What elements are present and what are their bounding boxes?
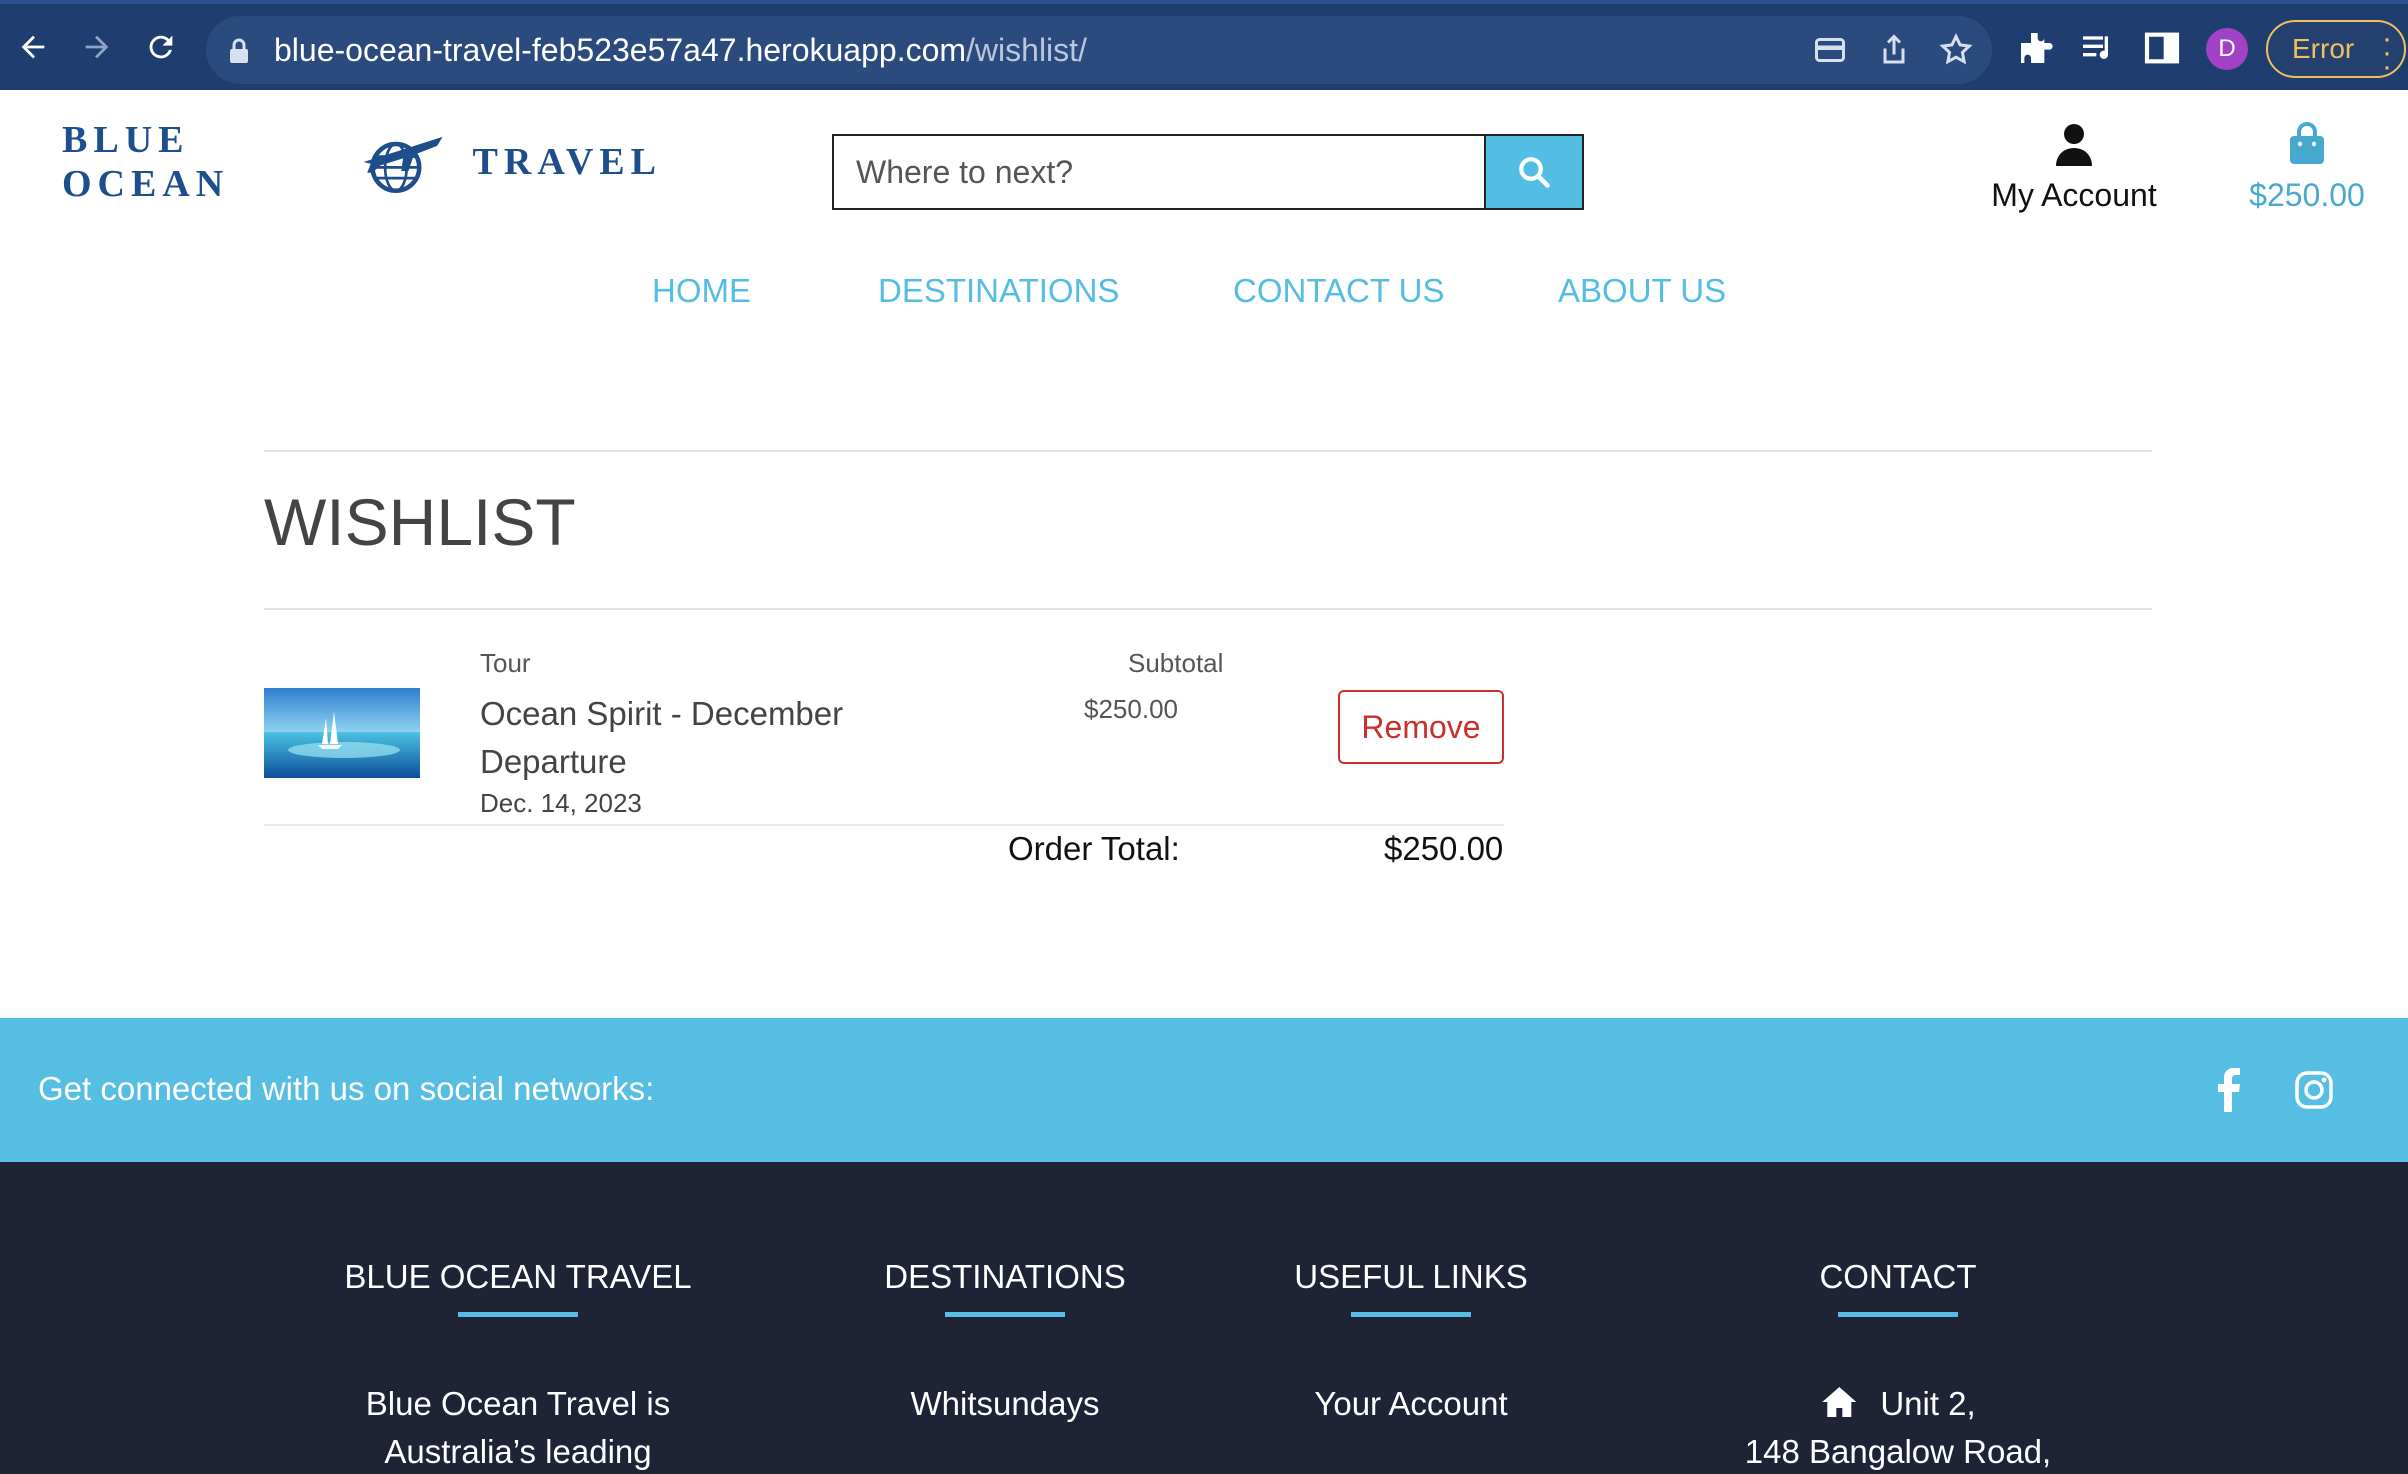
url-text[interactable]: blue-ocean-travel-feb523e57a47.herokuapp… — [274, 32, 1087, 69]
arrow-left-icon — [21, 35, 45, 59]
footer-address-line-2: 148 Bangalow Road, — [1744, 1433, 2052, 1470]
footer-link-your-account[interactable]: Your Account — [1314, 1380, 1507, 1428]
share-icon[interactable] — [1876, 32, 1912, 68]
nav-destinations[interactable]: DESTINATIONS — [878, 272, 1119, 310]
instagram-icon[interactable] — [2294, 1070, 2334, 1110]
footer-company-text-1: Blue Ocean Travel is — [365, 1385, 671, 1422]
search-icon — [1519, 157, 1550, 188]
address-bar[interactable]: blue-ocean-travel-feb523e57a47.herokuapp… — [206, 16, 1992, 84]
arrow-right-icon — [85, 35, 109, 59]
row-divider — [264, 824, 1504, 826]
my-account-link[interactable]: My Account — [1978, 122, 2170, 214]
card-icon[interactable] — [1812, 32, 1848, 68]
social-bar: Get connected with us on social networks… — [0, 1018, 2408, 1162]
page-title: WISHLIST — [264, 485, 576, 559]
column-header-subtotal: Subtotal — [1128, 648, 1224, 678]
error-button[interactable]: Error · · · — [2266, 20, 2406, 83]
main-navigation: HOME DESTINATIONS CONTACT US ABOUT US — [0, 272, 2408, 322]
shopping-bag-icon — [2290, 122, 2324, 164]
media-queue-icon[interactable] — [2078, 28, 2118, 68]
nav-about-us[interactable]: ABOUT US — [1558, 272, 1726, 310]
home-icon — [1822, 1387, 1857, 1417]
extensions-icon[interactable] — [2016, 28, 2056, 68]
shopping-bag-link[interactable]: $250.00 — [2236, 122, 2378, 214]
sailboat-image — [264, 688, 420, 778]
side-panel-icon[interactable] — [2142, 28, 2182, 68]
user-icon — [2056, 124, 2092, 166]
divider — [264, 608, 2152, 610]
order-total-label: Order Total: — [1008, 830, 1180, 867]
address-unit: Unit 2, — [1880, 1385, 1976, 1422]
tour-date: Dec. 14, 2023 — [480, 788, 642, 818]
order-total-value: $250.00 — [1384, 830, 1504, 867]
facebook-icon[interactable] — [2212, 1068, 2242, 1112]
url-path: /wishlist/ — [966, 32, 1087, 68]
footer-underline — [1351, 1312, 1471, 1317]
footer-underline — [945, 1312, 1065, 1317]
url-host: blue-ocean-travel-feb523e57a47.herokuapp… — [274, 32, 967, 68]
column-header-tour: Tour — [480, 648, 531, 678]
footer-company-text-2: Australia’s leading — [384, 1433, 652, 1470]
back-button[interactable] — [12, 26, 54, 68]
tour-thumbnail[interactable] — [264, 688, 420, 778]
footer-link-whitsundays[interactable]: Whitsundays — [911, 1380, 1100, 1428]
footer-heading-useful-links: USEFUL LINKS — [1294, 1258, 1528, 1295]
browser-toolbar: blue-ocean-travel-feb523e57a47.herokuapp… — [0, 0, 2408, 90]
social-text: Get connected with us on social networks… — [38, 1070, 655, 1107]
footer-heading-company: BLUE OCEAN TRAVEL — [344, 1258, 692, 1295]
site-footer: BLUE OCEAN TRAVEL Blue Ocean Travel is A… — [0, 1162, 2408, 1474]
reload-icon — [149, 35, 173, 59]
footer-underline — [1838, 1312, 1958, 1317]
search-button[interactable] — [1484, 136, 1582, 208]
my-account-label: My Account — [1991, 177, 2157, 213]
tour-name[interactable]: Ocean Spirit - December Departure — [480, 690, 900, 786]
footer-heading-destinations: DESTINATIONS — [884, 1258, 1126, 1295]
nav-home[interactable]: HOME — [652, 272, 751, 310]
footer-address-line-1: Unit 2, — [1820, 1380, 1976, 1428]
site-logo[interactable]: BLUE OCEAN TRAVEL — [62, 119, 662, 205]
bookmark-star-icon[interactable] — [1938, 32, 1974, 68]
error-label: Error — [2292, 33, 2355, 64]
profile-avatar[interactable]: D — [2206, 28, 2248, 70]
more-vert-icon: · · · — [2382, 22, 2392, 83]
remove-button[interactable]: Remove — [1338, 690, 1504, 764]
search-input[interactable] — [834, 136, 1484, 208]
logo-text-right: TRAVEL — [472, 141, 662, 183]
globe-plane-icon — [363, 136, 443, 193]
footer-heading-contact: CONTACT — [1819, 1258, 1977, 1295]
search-form — [832, 134, 1584, 210]
forward-button[interactable] — [76, 26, 118, 68]
item-subtotal: $250.00 — [1084, 694, 1178, 724]
footer-underline — [458, 1312, 578, 1317]
lock-icon — [230, 38, 248, 63]
nav-contact-us[interactable]: CONTACT US — [1233, 272, 1444, 310]
reload-button[interactable] — [140, 26, 182, 68]
logo-text-left: BLUE OCEAN — [62, 119, 230, 205]
bag-total: $250.00 — [2249, 177, 2365, 213]
divider — [264, 450, 2152, 452]
